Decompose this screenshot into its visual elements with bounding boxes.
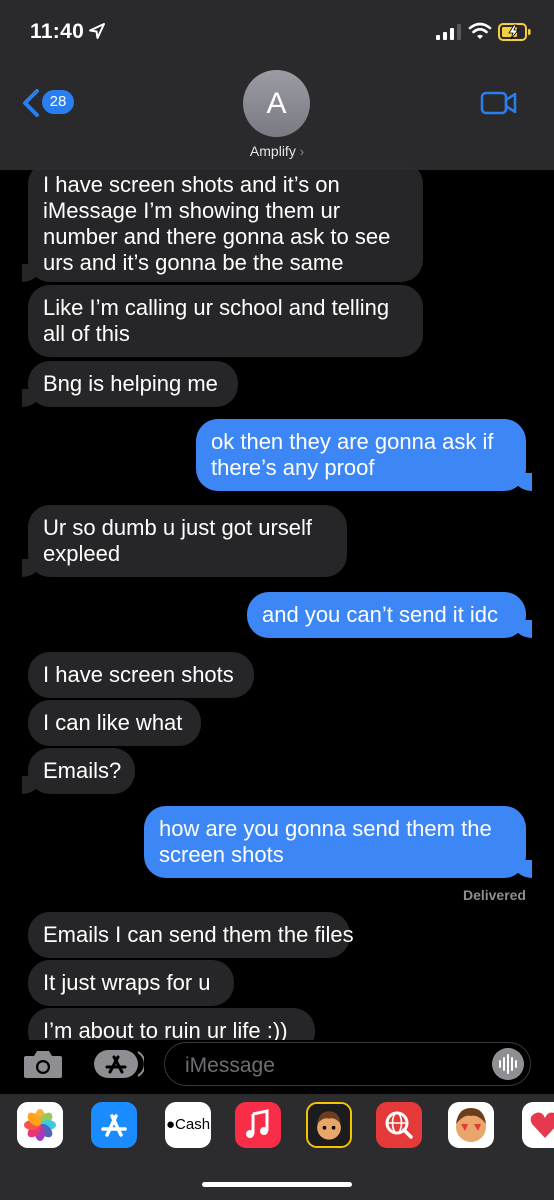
- status-bar: 11:40: [0, 0, 554, 70]
- message-line: expleed: [43, 541, 121, 566]
- message-bubble-incoming[interactable]: I’m about to ruin ur life :)): [28, 1008, 315, 1040]
- message-line: and you can’t send it idc: [262, 602, 499, 627]
- message-line: iMessage I’m showing them ur: [43, 198, 341, 223]
- message-line: ok then they are gonna ask if: [211, 429, 494, 454]
- conversation-header: 11:40 28 A Amplify ›: [0, 0, 554, 170]
- message-line: Emails?: [43, 758, 122, 783]
- message-line: all of this: [43, 321, 130, 346]
- message-bubble-outgoing[interactable]: ok then they are gonna ask if there’s an…: [196, 419, 532, 491]
- apple-cash-label: Cash: [175, 1116, 211, 1133]
- message-line: Emails I can send them the files: [43, 922, 354, 947]
- app-store-icon[interactable]: [92, 1048, 144, 1080]
- message-line: number and there gonna ask to see: [43, 224, 391, 249]
- message-line: screen shots: [159, 842, 284, 867]
- contact-name-button[interactable]: Amplify ›: [0, 143, 554, 159]
- message-line: I have screen shots and it’s on: [43, 172, 340, 197]
- message-bubble-outgoing[interactable]: and you can’t send it idc: [247, 592, 532, 638]
- camera-icon[interactable]: [22, 1048, 64, 1080]
- status-time: 11:40: [30, 20, 85, 43]
- location-arrow-icon: [89, 23, 105, 39]
- message-line: Bng is helping me: [43, 371, 218, 396]
- unread-count-badge[interactable]: 28: [42, 90, 74, 114]
- message-bubble-incoming[interactable]: It just wraps for u: [28, 960, 234, 1006]
- message-bubble-incoming[interactable]: Emails?: [22, 748, 135, 794]
- message-line: Ur so dumb u just got urself: [43, 515, 313, 540]
- message-line: It just wraps for u: [43, 970, 211, 995]
- cellular-signal-icon: [436, 24, 461, 40]
- photos-app-icon[interactable]: [17, 1102, 63, 1148]
- message-line: Like I’m calling ur school and telling: [43, 295, 390, 320]
- web-search-app-icon[interactable]: [376, 1102, 422, 1148]
- message-bubble-incoming[interactable]: I can like what: [28, 700, 201, 746]
- message-bubble-incoming[interactable]: Emails I can send them the files: [28, 912, 354, 958]
- heart-app-icon[interactable]: [522, 1102, 554, 1148]
- audio-waveform-icon[interactable]: [492, 1048, 524, 1080]
- message-bubble-incoming[interactable]: Bng is helping me: [22, 361, 238, 407]
- contact-avatar[interactable]: A: [243, 70, 310, 137]
- message-bubble-incoming[interactable]: I have screen shots: [28, 652, 254, 698]
- delivered-status: Delivered: [462, 887, 526, 903]
- message-bubble-outgoing[interactable]: how are you gonna send them the screen s…: [144, 806, 532, 878]
- message-line: I can like what: [43, 710, 183, 735]
- message-bubble-incoming[interactable]: Like I’m calling ur school and telling a…: [28, 285, 423, 357]
- compose-bar: iMessage: [0, 1040, 554, 1094]
- wifi-icon: [468, 22, 492, 39]
- chevron-right-icon: ›: [299, 144, 305, 159]
- message-line: there’s any proof: [211, 455, 375, 480]
- memoji-stickers-app-icon[interactable]: [448, 1102, 494, 1148]
- message-line: how are you gonna send them the: [159, 816, 492, 841]
- memoji-app-icon[interactable]: [306, 1102, 352, 1148]
- facetime-video-icon[interactable]: [480, 90, 518, 116]
- message-line: I’m about to ruin ur life :)): [43, 1018, 288, 1040]
- message-bubble-incoming[interactable]: Ur so dumb u just got urself expleed: [22, 505, 347, 577]
- apple-logo-icon: ●: [165, 1116, 176, 1133]
- message-line: I have screen shots: [43, 662, 234, 687]
- music-app-icon[interactable]: [235, 1102, 281, 1148]
- message-line: urs and it’s gonna be the same: [43, 250, 344, 275]
- message-input-placeholder: iMessage: [185, 1054, 275, 1077]
- apple-cash-app-icon[interactable]: ●Cash: [165, 1102, 211, 1148]
- message-bubble-incoming[interactable]: I have screen shots and it’s on iMessage…: [22, 162, 423, 282]
- contact-name: Amplify: [249, 143, 296, 159]
- home-indicator[interactable]: [202, 1182, 352, 1187]
- app-store-app-icon[interactable]: [91, 1102, 137, 1148]
- message-input[interactable]: iMessage: [164, 1042, 531, 1086]
- battery-charging-icon: [498, 23, 531, 41]
- back-chevron-icon[interactable]: [20, 88, 40, 118]
